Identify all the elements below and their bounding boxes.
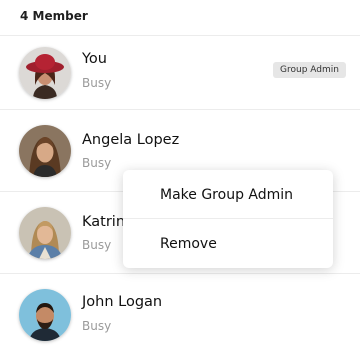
avatar-man-beard-icon [19,289,71,341]
member-status: Busy [82,319,112,333]
avatar-woman-long-hair-icon [19,125,71,177]
member-name: John Logan [82,294,163,310]
avatar-woman-red-hat-icon [19,47,71,99]
make-group-admin-menu-item[interactable]: Make Group Admin [123,171,333,219]
member-list-screen: 4 Member You Busy Group Admin Angela Lop… [0,0,360,360]
remove-member-menu-item[interactable]: Remove [123,220,333,268]
member-name: You [82,51,107,67]
group-admin-badge: Group Admin [273,62,346,78]
member-count-heading: 4 Member [20,9,88,23]
member-status: Busy [82,156,112,170]
member-name: Angela Lopez [82,132,180,148]
menu-divider [123,218,333,219]
member-status: Busy [82,76,112,90]
avatar-woman-denim-jacket-icon [19,207,71,259]
member-status: Busy [82,238,112,252]
member-context-menu: Make Group Admin Remove [123,170,333,268]
member-row-john-logan[interactable]: John Logan Busy [0,274,360,355]
member-name: Katrin [82,214,126,230]
